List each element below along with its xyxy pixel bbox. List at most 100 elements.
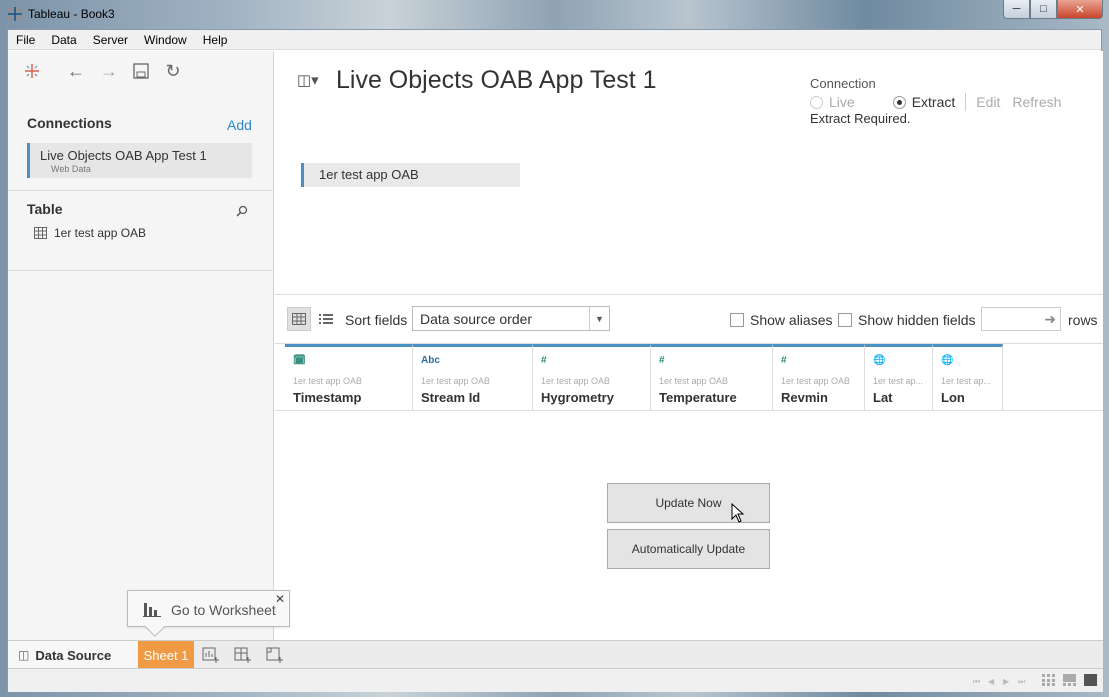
sort-fields-label: Sort fields [345,312,408,328]
connection-item[interactable]: Live Objects OAB App Test 1 Web Data [27,143,252,178]
tableau-window: Tableau - Book3 ─ □ ✕ File Data Server W… [0,0,1109,697]
maximize-button[interactable]: □ [1030,0,1057,19]
datasource-cylinder-icon: ◫ [18,648,30,662]
chevron-down-icon: ▼ [589,307,609,330]
connection-mode-group: Live Extract Edit Refresh [810,93,1061,111]
datasource-cylinder-icon[interactable]: ◫▾ [297,71,319,89]
refresh-link[interactable]: Refresh [1012,94,1061,110]
list-view-icon[interactable] [314,307,338,331]
column-source: 1er test ap... [873,376,924,386]
menu-data[interactable]: Data [43,33,84,47]
extract-radio[interactable] [892,95,906,109]
canvas-table-card[interactable]: 1er test app OAB [301,163,520,187]
next-page-icon[interactable]: ▶ [1003,677,1009,686]
new-dashboard-icon[interactable] [234,647,252,663]
column-source: 1er test app OAB [541,376,611,386]
window-title: Tableau - Book3 [28,7,115,21]
forward-arrow-icon[interactable]: → [99,61,119,81]
live-radio-label: Live [829,94,855,110]
new-story-icon[interactable] [266,647,284,663]
data-source-tab-label: Data Source [35,647,112,663]
table-item-label: 1er test app OAB [54,226,147,240]
column-header[interactable]: 🌐 1er test ap... Lon [933,344,1003,410]
column-source: 1er test app OAB [659,376,729,386]
add-connection-link[interactable]: Add [227,117,252,133]
menu-server[interactable]: Server [85,33,136,47]
globe-icon: 🌐 [941,355,954,366]
save-icon[interactable] [131,61,151,81]
grid-view-icon[interactable] [287,307,311,331]
column-header[interactable]: # 1er test app OAB Hygrometry [533,344,651,410]
connection-type: Web Data [51,164,91,174]
column-name: Timestamp [293,390,362,405]
table-list-item[interactable]: 1er test app OAB [34,226,146,240]
rows-label: rows [1068,312,1098,328]
menu-help[interactable]: Help [195,33,236,47]
number-type-icon: # [781,355,787,366]
main-pane: ◫▾ Live Objects OAB App Test 1 Connectio… [275,51,1103,640]
sort-fields-select[interactable]: Data source order ▼ [412,306,610,331]
menu-file[interactable]: File [8,33,43,47]
extract-radio-label: Extract [911,94,956,110]
extract-required-text: Extract Required. [810,111,911,126]
back-arrow-icon[interactable]: ← [66,61,86,81]
rows-input[interactable]: ➜ [981,307,1061,331]
mouse-cursor-icon [731,503,745,523]
close-window-button[interactable]: ✕ [1057,0,1103,19]
column-header[interactable]: 🗓 1er test app OAB Timestamp [285,344,413,410]
column-source: 1er test app OAB [421,376,491,386]
checkbox-box [838,313,852,327]
live-radio[interactable] [810,95,823,109]
minimize-button[interactable]: ─ [1003,0,1030,19]
previous-page-icon[interactable]: ◀ [988,677,994,686]
column-header[interactable]: # 1er test app OAB Revmin [773,344,865,410]
show-filmstrip-icon[interactable] [1063,674,1076,686]
separator [965,93,967,111]
tableau-home-icon[interactable] [22,61,42,81]
string-type-icon: Abc [421,355,440,366]
show-tabs-icon[interactable] [1084,674,1097,686]
toolbar: ← → ↻ [8,51,274,91]
globe-icon: 🌐 [873,355,886,366]
menu-bar: File Data Server Window Help [8,30,1101,50]
column-header[interactable]: 🌐 1er test ap... Lat [865,344,933,410]
canvas-table-label: 1er test app OAB [319,167,419,182]
number-type-icon: # [659,355,665,366]
show-sheet-sorter-icon[interactable] [1042,674,1055,686]
first-page-icon[interactable]: ⏮ [973,677,980,687]
sheet-tab[interactable]: Sheet 1 [138,641,194,669]
show-hidden-fields-checkbox[interactable]: Show hidden fields [838,312,976,328]
sort-fields-value: Data source order [420,311,533,327]
column-name: Revmin [781,390,828,405]
divider [8,190,274,191]
data-source-tab[interactable]: ◫ Data Source [8,641,138,669]
divider [8,270,274,271]
edit-link[interactable]: Edit [976,94,1000,110]
new-worksheet-icon[interactable] [202,647,220,663]
connections-heading: Connections [27,115,112,131]
update-now-button[interactable]: Update Now [607,483,770,523]
grid-divider [275,410,1103,411]
refresh-icon[interactable]: ↻ [163,61,183,81]
automatically-update-button[interactable]: Automatically Update [607,529,770,569]
title-bar: Tableau - Book3 ─ □ ✕ [0,0,1109,29]
column-source: 1er test app OAB [781,376,851,386]
last-page-icon[interactable]: ⏭ [1018,677,1025,687]
table-icon [34,227,47,239]
column-name: Hygrometry [541,390,614,405]
arrow-right-icon[interactable]: ➜ [1044,311,1056,328]
connection-name: Live Objects OAB App Test 1 [40,148,207,163]
connection-label: Connection [810,76,876,91]
search-icon[interactable] [236,205,248,217]
column-header[interactable]: # 1er test app OAB Temperature [651,344,773,410]
close-icon[interactable]: ✕ [275,592,285,606]
show-aliases-checkbox[interactable]: Show aliases [730,312,833,328]
go-to-worksheet-tooltip[interactable]: Go to Worksheet ✕ [127,590,290,637]
menu-window[interactable]: Window [136,33,195,47]
column-header[interactable]: Abc 1er test app OAB Stream Id [413,344,533,410]
sheet-tab-bar: ◫ Data Source Sheet 1 [8,640,1103,669]
column-source: 1er test app OAB [293,376,363,386]
left-pane: ← → ↻ Connections Add Live Objects OAB A… [8,51,274,640]
datasource-title[interactable]: Live Objects OAB App Test 1 [336,66,657,95]
bar-chart-icon [143,603,161,617]
